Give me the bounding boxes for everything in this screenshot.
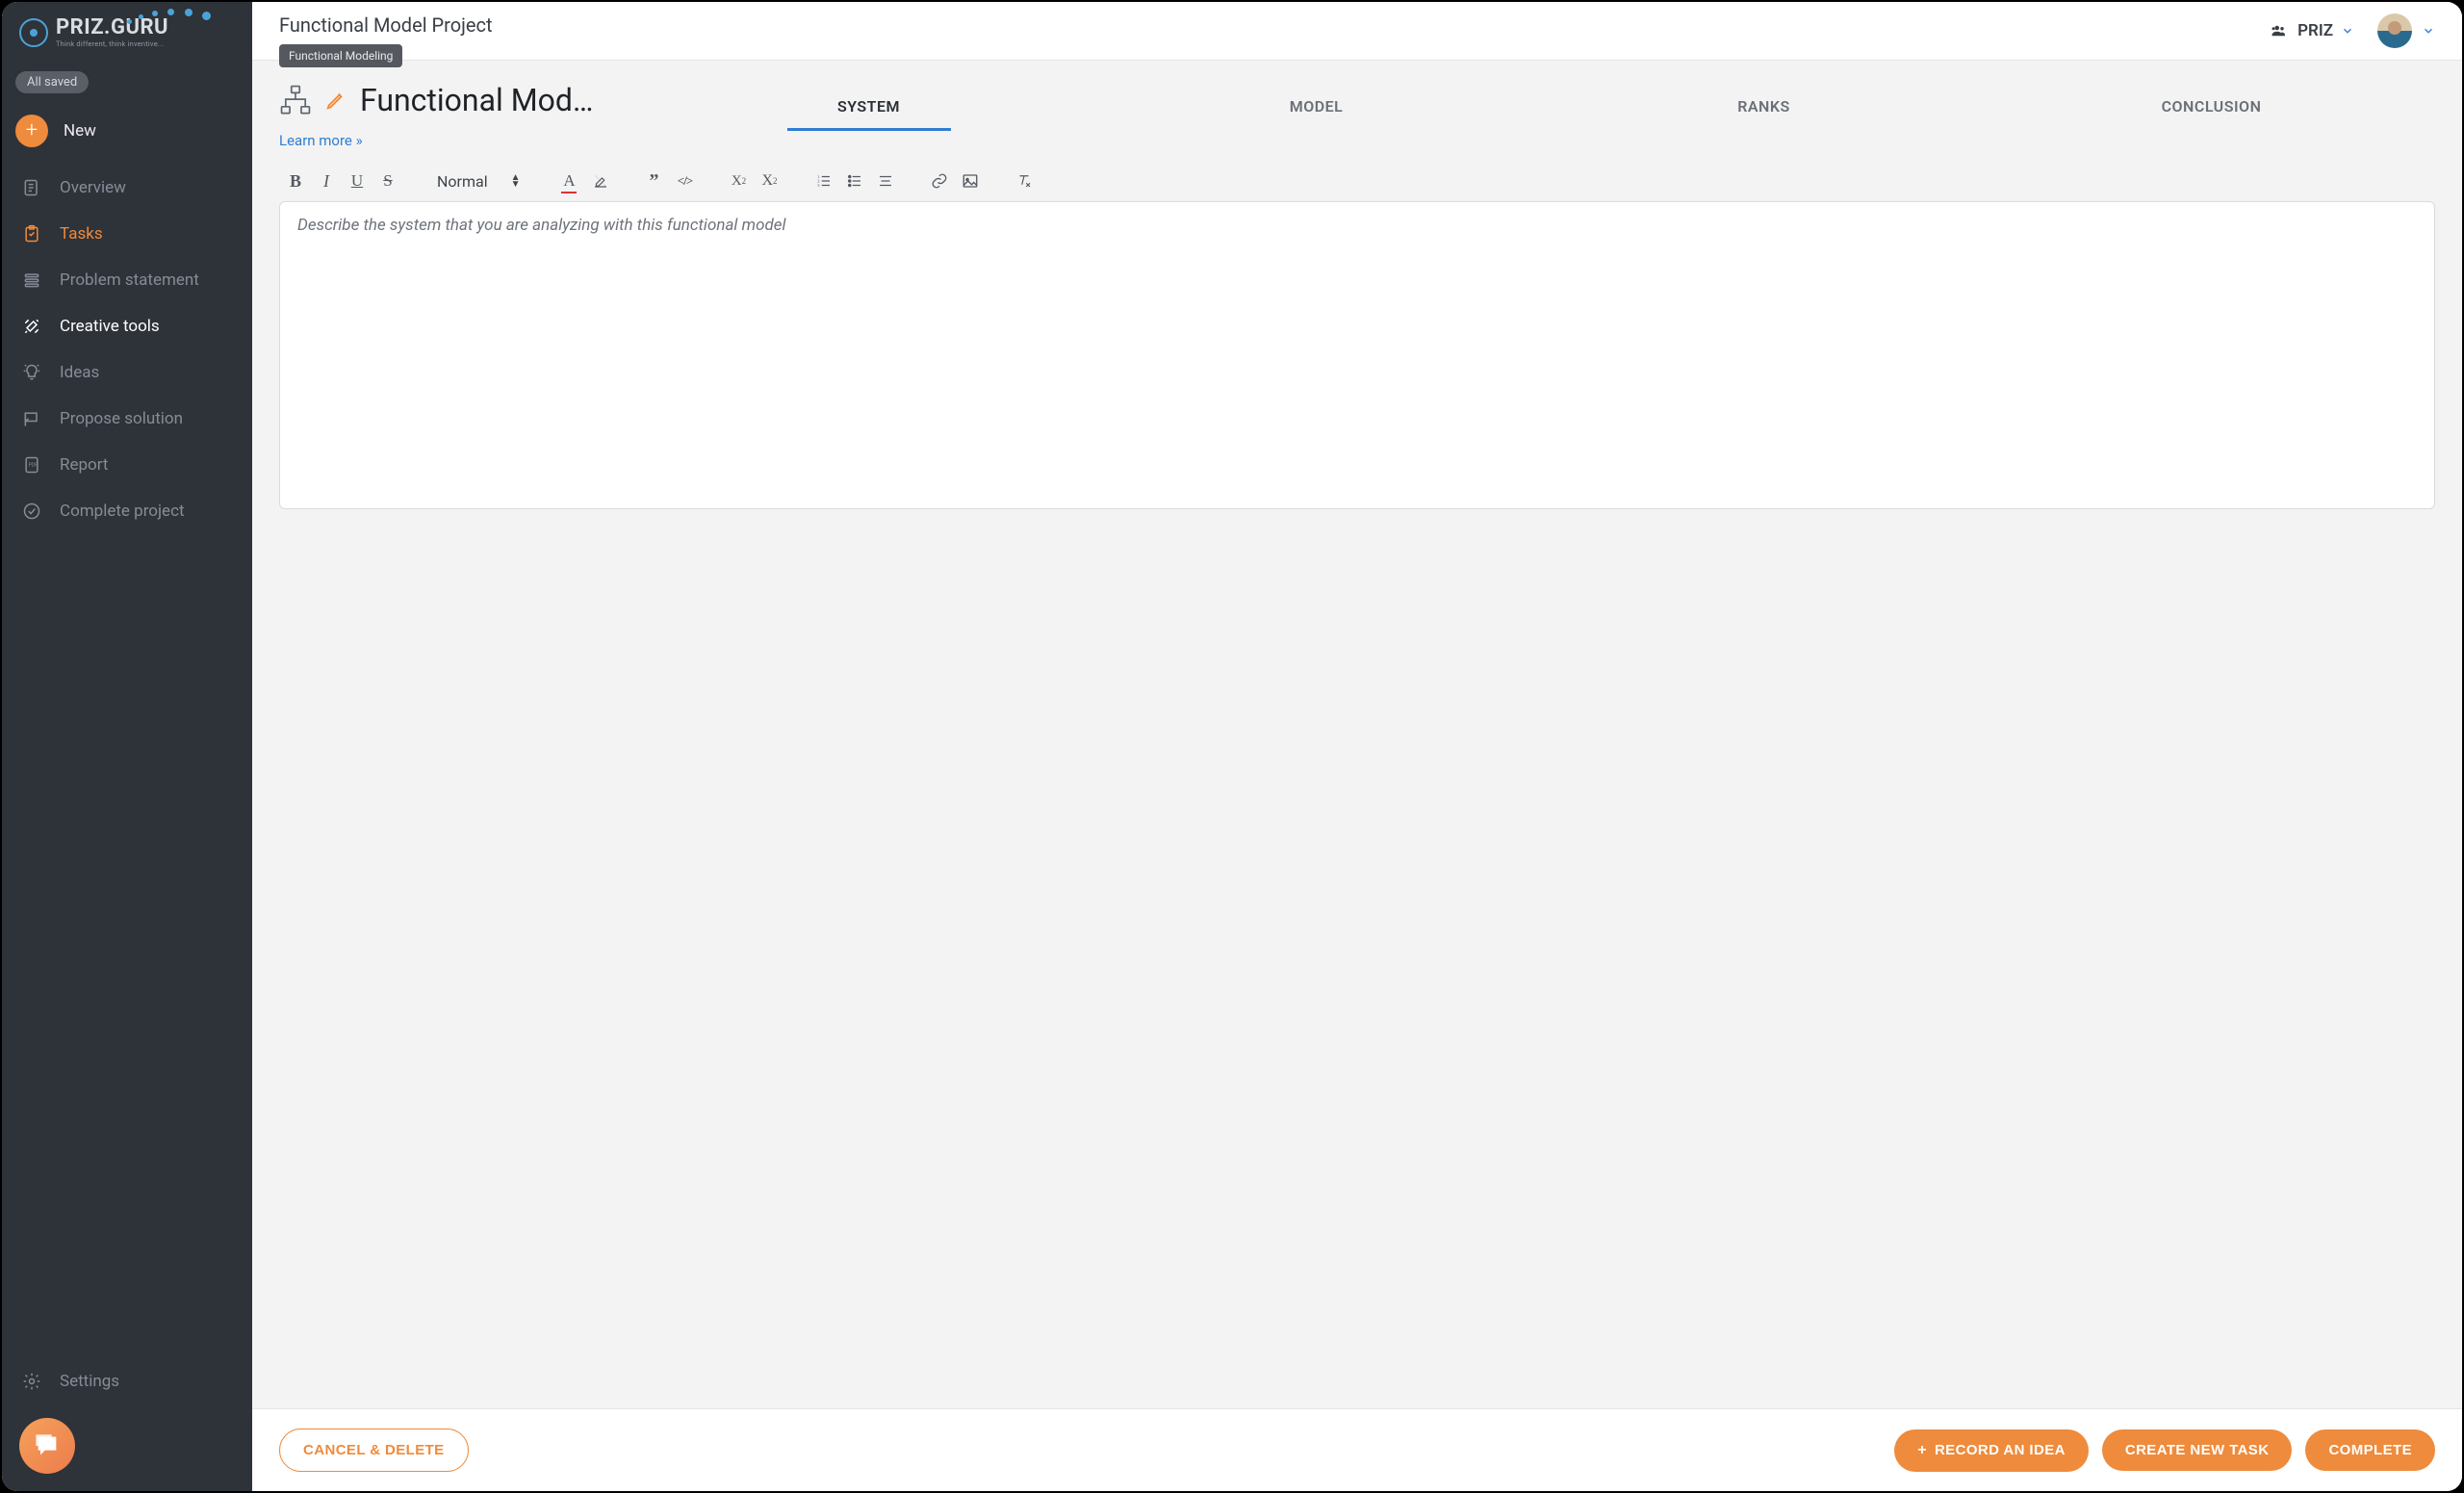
svg-text:PDF: PDF (29, 462, 38, 468)
sidebar-item-tasks[interactable]: Tasks (2, 211, 252, 257)
functional-model-icon (279, 84, 312, 116)
logo-mark-icon (19, 18, 48, 47)
sidebar-item-report[interactable]: PDF Report (2, 442, 252, 488)
blockquote-button[interactable]: ” (644, 170, 665, 192)
workspace-label: PRIZ (2297, 21, 2333, 40)
header-left: Functional Model Project Functional Mode… (279, 13, 493, 58)
chat-icon (34, 1432, 61, 1459)
new-label: New (64, 121, 96, 141)
complete-icon (21, 502, 42, 521)
editor-area: B I U S Normal ▲▼ A (252, 153, 2462, 528)
workspace-switcher[interactable]: PRIZ (2269, 21, 2354, 40)
editor-toolbar: B I U S Normal ▲▼ A (279, 163, 2435, 201)
sort-icon: ▲▼ (511, 174, 521, 188)
propose-icon (21, 409, 42, 428)
edit-icon[interactable] (325, 90, 346, 111)
sidebar-item-problem-statement[interactable]: Problem statement (2, 257, 252, 303)
sidebar-item-label: Complete project (60, 502, 185, 521)
tab-ranks[interactable]: RANKS (1540, 88, 1988, 131)
chevron-down-icon (2341, 24, 2354, 38)
people-icon (2269, 22, 2290, 39)
bold-button[interactable]: B (285, 170, 306, 192)
sidebar-item-label: Report (60, 455, 108, 475)
header-bar: Functional Model Project Functional Mode… (252, 2, 2462, 61)
link-button[interactable] (929, 170, 950, 192)
title-row: Functional Mod… Learn more » SYSTEM MODE… (252, 61, 2462, 153)
editor-textarea[interactable]: Describe the system that you are analyzi… (279, 201, 2435, 509)
user-menu[interactable] (2377, 13, 2435, 48)
svg-text:3: 3 (817, 183, 820, 188)
avatar (2377, 13, 2412, 48)
ideas-icon (21, 363, 42, 382)
gear-icon (21, 1372, 42, 1391)
sidebar-item-settings[interactable]: Settings (2, 1358, 252, 1404)
header-right: PRIZ (2269, 13, 2435, 60)
logo-dots-icon (127, 8, 214, 27)
record-idea-button[interactable]: + RECORD AN IDEA (1894, 1429, 2089, 1472)
subscript-button[interactable]: X2 (729, 170, 750, 192)
sidebar-item-label: Creative tools (60, 317, 160, 336)
brand-tagline: Think different, think inventive... (56, 40, 168, 48)
problem-icon (21, 270, 42, 290)
new-button[interactable]: + New (2, 105, 252, 165)
code-block-button[interactable]: </> (675, 170, 696, 192)
tasks-icon (21, 224, 42, 244)
editor-placeholder: Describe the system that you are analyzi… (297, 216, 786, 235)
plus-icon: + (15, 115, 48, 147)
tab-conclusion[interactable]: CONCLUSION (1988, 88, 2435, 131)
content-tabs: SYSTEM MODEL RANKS CONCLUSION (645, 82, 2435, 131)
clear-formatting-button[interactable] (1014, 170, 1035, 192)
align-button[interactable] (875, 170, 896, 192)
sidebar-item-label: Overview (60, 178, 126, 197)
paragraph-style-select[interactable]: Normal ▲▼ (431, 172, 526, 191)
strikethrough-button[interactable]: S (377, 170, 398, 192)
save-status-badge: All saved (15, 71, 89, 93)
main-content: Functional Model Project Functional Mode… (252, 2, 2462, 1491)
chevron-down-icon (2422, 24, 2435, 38)
sidebar-item-propose-solution[interactable]: Propose solution (2, 396, 252, 442)
chat-widget-button[interactable] (19, 1418, 75, 1474)
breadcrumb: Functional Modeling (279, 44, 402, 67)
title-with-icons: Functional Mod… (279, 82, 645, 118)
underline-button[interactable]: U (346, 170, 368, 192)
italic-button[interactable]: I (316, 170, 337, 192)
image-button[interactable] (960, 170, 981, 192)
complete-button[interactable]: COMPLETE (2305, 1429, 2435, 1471)
sidebar-item-complete-project[interactable]: Complete project (2, 488, 252, 534)
ordered-list-button[interactable]: 123 (813, 170, 834, 192)
plus-icon: + (1917, 1442, 1927, 1459)
title-left: Functional Mod… Learn more » (279, 82, 645, 149)
sidebar-item-overview[interactable]: Overview (2, 165, 252, 211)
overview-icon (21, 178, 42, 197)
app-root: PRIZ.GURU Think different, think inventi… (2, 2, 2462, 1491)
tools-icon (21, 317, 42, 336)
sidebar-item-label: Settings (60, 1372, 119, 1391)
sidebar-item-label: Tasks (60, 224, 103, 244)
tab-system[interactable]: SYSTEM (645, 88, 1092, 131)
sidebar-item-label: Propose solution (60, 409, 183, 428)
logo[interactable]: PRIZ.GURU Think different, think inventi… (2, 2, 252, 58)
text-color-button[interactable]: A (559, 170, 580, 192)
unordered-list-button[interactable] (844, 170, 865, 192)
paragraph-style-label: Normal (437, 172, 488, 191)
sidebar: PRIZ.GURU Think different, think inventi… (2, 2, 252, 1491)
page-title: Functional Mod… (360, 82, 593, 118)
sidebar-item-ideas[interactable]: Ideas (2, 349, 252, 396)
sidebar-item-creative-tools[interactable]: Creative tools (2, 303, 252, 349)
footer-bar: CANCEL & DELETE + RECORD AN IDEA CREATE … (252, 1408, 2462, 1491)
sidebar-item-label: Problem statement (60, 270, 199, 290)
create-new-task-button[interactable]: CREATE NEW TASK (2102, 1429, 2293, 1471)
superscript-button[interactable]: X2 (759, 170, 781, 192)
cancel-delete-button[interactable]: CANCEL & DELETE (279, 1429, 469, 1472)
report-icon: PDF (21, 455, 42, 475)
sidebar-item-label: Ideas (60, 363, 99, 382)
record-idea-label: RECORD AN IDEA (1935, 1442, 2066, 1458)
tab-model[interactable]: MODEL (1092, 88, 1540, 131)
highlight-color-button[interactable] (590, 170, 611, 192)
sidebar-nav: Overview Tasks Problem statement Creativ… (2, 165, 252, 534)
project-title: Functional Model Project (279, 13, 493, 46)
learn-more-link[interactable]: Learn more » (279, 132, 645, 149)
